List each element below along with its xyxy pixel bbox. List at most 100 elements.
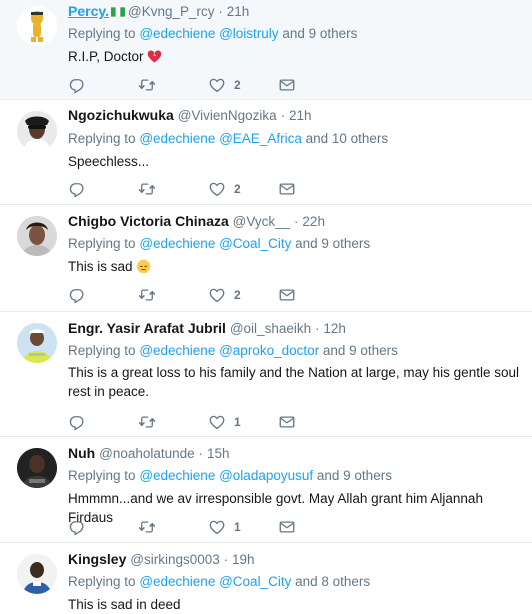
others-link[interactable]: and 9 others xyxy=(282,26,357,41)
envelope-icon xyxy=(278,413,296,431)
retweet-icon xyxy=(138,76,156,94)
reply-button[interactable] xyxy=(68,180,138,198)
avatar[interactable] xyxy=(17,216,57,256)
replying-to-label: Replying to xyxy=(68,468,136,483)
replying-to-label: Replying to xyxy=(68,236,136,251)
mention-link[interactable]: @edechiene xyxy=(139,343,215,358)
tweet-text: R.I.P, Doctor xyxy=(68,47,520,66)
envelope-icon xyxy=(278,518,296,536)
timestamp[interactable]: 12h xyxy=(323,321,346,336)
mention-link[interactable]: @edechiene xyxy=(139,574,215,589)
reply-button[interactable] xyxy=(68,518,138,536)
dm-button[interactable] xyxy=(278,413,296,431)
envelope-icon xyxy=(278,286,296,304)
retweet-button[interactable] xyxy=(138,518,208,536)
replying-to: Replying to @edechiene @loistruly and 9 … xyxy=(68,25,520,43)
retweet-button[interactable] xyxy=(138,76,208,94)
action-bar: 1 xyxy=(68,517,296,537)
tweet-text: This is sad xyxy=(68,257,520,276)
like-icon xyxy=(208,286,226,304)
timestamp[interactable]: 19h xyxy=(232,552,255,567)
display-name[interactable]: Kingsley xyxy=(68,551,126,567)
avatar[interactable] xyxy=(17,323,57,363)
mention-link[interactable]: @loistruly xyxy=(219,26,278,41)
replying-to: Replying to @edechiene @EAE_Africa and 1… xyxy=(68,130,520,148)
like-button[interactable]: 2 xyxy=(208,180,278,198)
handle[interactable]: @Kvng_P_rcy xyxy=(128,4,215,19)
action-bar: 2 xyxy=(68,179,296,199)
others-link[interactable]: and 9 others xyxy=(323,343,398,358)
like-button[interactable]: 2 xyxy=(208,286,278,304)
separator: · xyxy=(198,446,204,461)
reply-button[interactable] xyxy=(68,76,138,94)
like-icon xyxy=(208,76,226,94)
display-name[interactable]: Chigbo Victoria Chinaza xyxy=(68,213,229,229)
retweet-icon xyxy=(138,413,156,431)
reply-icon xyxy=(68,76,86,94)
handle[interactable]: @VivienNgozika xyxy=(178,108,277,123)
others-link[interactable]: and 8 others xyxy=(295,574,370,589)
timestamp[interactable]: 15h xyxy=(207,446,230,461)
display-name[interactable]: Percy. xyxy=(68,3,109,19)
mention-link[interactable]: @Coal_City xyxy=(219,236,291,251)
reply-button[interactable] xyxy=(68,286,138,304)
others-link[interactable]: and 10 others xyxy=(306,131,389,146)
retweet-button[interactable] xyxy=(138,180,208,198)
broken-heart-icon xyxy=(147,50,161,63)
others-link[interactable]: and 9 others xyxy=(317,468,392,483)
nigeria-flag-icon xyxy=(111,7,125,17)
display-name[interactable]: Nuh xyxy=(68,445,95,461)
like-icon xyxy=(208,180,226,198)
display-name[interactable]: Ngozichukwuka xyxy=(68,107,174,123)
tweet[interactable]: Chigbo Victoria Chinaza @Vyck__ · 22h Re… xyxy=(0,205,532,312)
tweet[interactable]: Engr. Yasir Arafat Jubril @oil_shaeikh ·… xyxy=(0,312,532,437)
handle[interactable]: @oil_shaeikh xyxy=(230,321,311,336)
like-button[interactable]: 2 xyxy=(208,76,278,94)
like-button[interactable]: 1 xyxy=(208,518,278,536)
dm-button[interactable] xyxy=(278,76,296,94)
dm-button[interactable] xyxy=(278,518,296,536)
timestamp[interactable]: 22h xyxy=(302,214,325,229)
timestamp[interactable]: 21h xyxy=(289,108,312,123)
mention-link[interactable]: @edechiene xyxy=(139,236,215,251)
mention-link[interactable]: @edechiene xyxy=(139,131,215,146)
replying-to: Replying to @edechiene @aproko_doctor an… xyxy=(68,342,520,360)
pensive-face-icon xyxy=(136,259,150,274)
like-icon xyxy=(208,518,226,536)
tweet[interactable]: Nuh @noaholatunde · 15h Replying to @ede… xyxy=(0,437,532,543)
separator: · xyxy=(315,321,320,336)
reply-button[interactable] xyxy=(68,413,138,431)
retweet-button[interactable] xyxy=(138,286,208,304)
replying-to: Replying to @edechiene @Coal_City and 8 … xyxy=(68,573,520,591)
handle[interactable]: @Vyck__ xyxy=(233,214,290,229)
tweet-text-content: R.I.P, Doctor xyxy=(68,49,144,64)
tweet[interactable]: Kingsley @sirkings0003 · 19h Replying to… xyxy=(0,543,532,614)
retweet-icon xyxy=(138,518,156,536)
mention-link[interactable]: @edechiene xyxy=(139,26,215,41)
timestamp[interactable]: 21h xyxy=(227,4,250,19)
mention-link[interactable]: @edechiene xyxy=(139,468,215,483)
mention-link[interactable]: @Coal_City xyxy=(219,574,291,589)
retweet-button[interactable] xyxy=(138,413,208,431)
tweet-text: This is a great loss to his family and t… xyxy=(68,365,519,399)
avatar[interactable] xyxy=(17,554,57,594)
avatar[interactable] xyxy=(17,448,57,488)
replying-to-label: Replying to xyxy=(68,574,136,589)
like-button[interactable]: 1 xyxy=(208,413,278,431)
avatar[interactable] xyxy=(17,6,57,46)
mention-link[interactable]: @EAE_Africa xyxy=(219,131,302,146)
others-link[interactable]: and 9 others xyxy=(295,236,370,251)
avatar[interactable] xyxy=(17,111,57,151)
tweet-text: Speechless... xyxy=(68,154,150,169)
mention-link[interactable]: @aproko_doctor xyxy=(219,343,319,358)
dm-button[interactable] xyxy=(278,180,296,198)
retweet-icon xyxy=(138,180,156,198)
display-name[interactable]: Engr. Yasir Arafat Jubril xyxy=(68,320,226,336)
mention-link[interactable]: @oladapoyusuf xyxy=(219,468,313,483)
tweet[interactable]: Percy. @Kvng_P_rcy · 21h Replying to @ede… xyxy=(0,0,532,100)
tweet-text: This is sad in deed xyxy=(68,597,181,612)
dm-button[interactable] xyxy=(278,286,296,304)
tweet[interactable]: Ngozichukwuka @VivienNgozika · 21h Reply… xyxy=(0,100,532,205)
handle[interactable]: @sirkings0003 xyxy=(130,552,220,567)
handle[interactable]: @noaholatunde xyxy=(99,446,195,461)
